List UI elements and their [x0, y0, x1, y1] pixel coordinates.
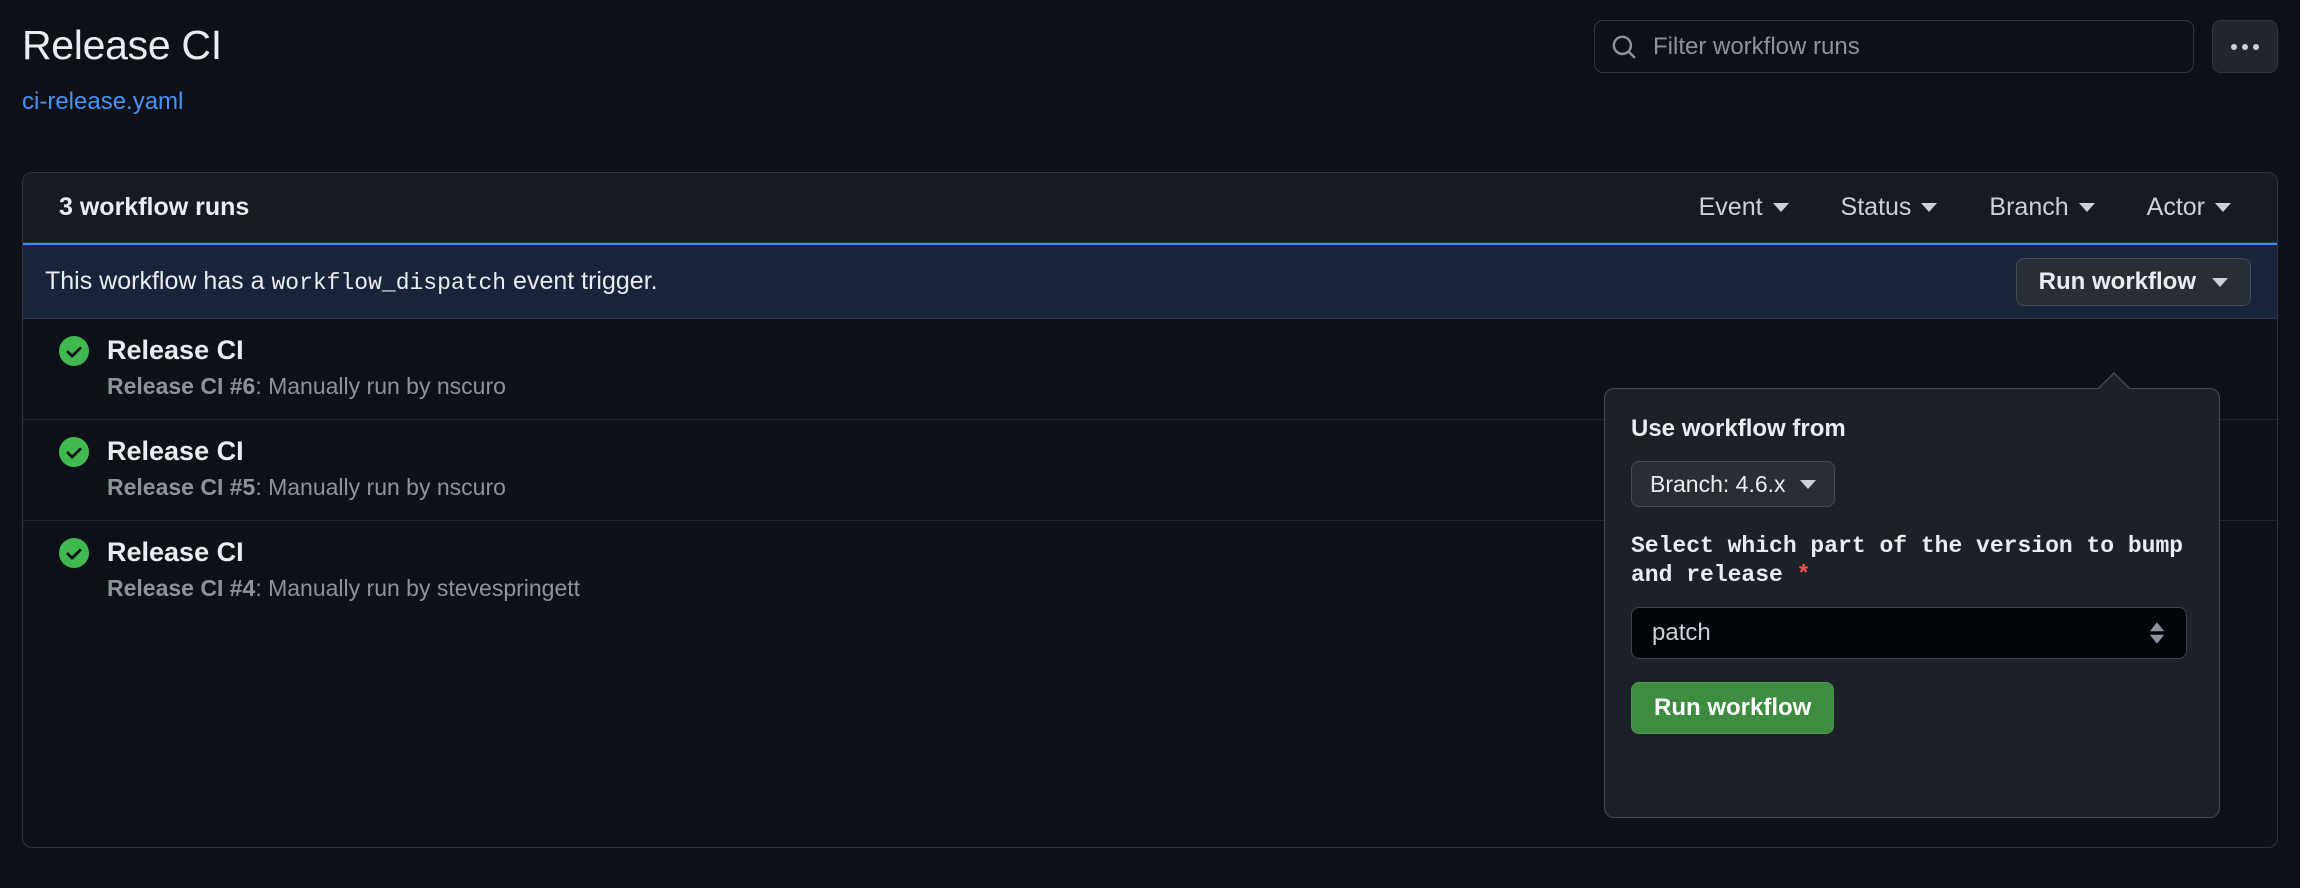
use-workflow-from-label: Use workflow from — [1631, 415, 1846, 442]
check-circle-fill-icon — [59, 537, 89, 568]
page-header: Release CI ci-release.yaml — [0, 0, 2300, 150]
branch-selector-button[interactable]: Branch: 4.6.x — [1631, 461, 1835, 507]
workflow-dispatch-banner: This workflow has a workflow_dispatch ev… — [23, 243, 2277, 319]
banner-code-workflow-dispatch: workflow_dispatch — [271, 270, 507, 296]
filter-event[interactable]: Event — [1699, 193, 1789, 222]
run-subtitle-id: Release CI #5 — [107, 474, 256, 500]
version-bump-selected-value: patch — [1652, 619, 1711, 646]
filter-status[interactable]: Status — [1841, 193, 1938, 222]
workflow-runs-card-header: 3 workflow runs Event Status Branch Acto… — [23, 173, 2277, 243]
run-workflow-dropdown-button[interactable]: Run workflow — [2015, 258, 2251, 306]
filter-branch-label: Branch — [1989, 193, 2069, 221]
banner-text-after: event trigger. — [506, 267, 658, 295]
run-workflow-submit-label: Run workflow — [1654, 694, 1812, 721]
filter-actor[interactable]: Actor — [2147, 193, 2231, 222]
run-title[interactable]: Release CI — [107, 335, 244, 366]
chevron-down-icon — [2212, 277, 2228, 287]
select-stepper-icon — [2149, 622, 2165, 644]
page-title: Release CI — [22, 22, 222, 68]
run-subtitle-id: Release CI #6 — [107, 373, 256, 399]
version-bump-field-text: Select which part of the version to bump… — [1631, 533, 2184, 589]
run-row-heading: Release CI — [59, 335, 2277, 366]
filter-event-label: Event — [1698, 193, 1763, 221]
banner-text-before: This workflow has a — [45, 267, 272, 295]
version-bump-field-label: Select which part of the version to bump… — [1631, 532, 2191, 591]
search-icon — [1612, 35, 1636, 58]
popover-caret — [2098, 374, 2130, 390]
run-subtitle-rest: : Manually run by stevespringett — [255, 575, 581, 601]
filter-group: Event Status Branch Actor — [1699, 193, 2277, 222]
run-workflow-popover: Use workflow from Branch: 4.6.x Select w… — [1604, 388, 2220, 818]
workflow-runs-page: Release CI ci-release.yaml 3 workflow ru… — [0, 0, 2300, 888]
workflow-dispatch-banner-text: This workflow has a workflow_dispatch ev… — [45, 267, 658, 296]
branch-selector-label: Branch: 4.6.x — [1650, 470, 1786, 497]
chevron-down-icon — [1921, 203, 1938, 212]
kebab-horizontal-icon — [2231, 43, 2259, 50]
check-circle-fill-icon — [59, 335, 89, 366]
check-circle-fill-icon — [59, 436, 89, 467]
run-title[interactable]: Release CI — [107, 537, 244, 568]
filter-status-label: Status — [1840, 193, 1912, 221]
filter-branch[interactable]: Branch — [1989, 193, 2095, 222]
chevron-down-icon — [2215, 203, 2231, 212]
version-bump-select[interactable]: patch — [1631, 607, 2187, 659]
more-options-button[interactable] — [2212, 20, 2278, 73]
run-workflow-dropdown-label: Run workflow — [2038, 268, 2196, 295]
chevron-down-icon — [1799, 479, 1816, 489]
run-subtitle-rest: : Manually run by nscuro — [255, 474, 506, 500]
chevron-down-icon — [1772, 203, 1789, 212]
run-subtitle-id: Release CI #4 — [107, 575, 256, 601]
run-title[interactable]: Release CI — [107, 436, 244, 467]
run-workflow-submit-button[interactable]: Run workflow — [1631, 682, 1835, 734]
search-input[interactable] — [1653, 32, 2177, 61]
filter-workflow-runs-box[interactable] — [1594, 20, 2194, 73]
chevron-down-icon — [2078, 203, 2095, 212]
required-marker: * — [1796, 562, 1811, 589]
workflow-runs-count: 3 workflow runs — [59, 193, 250, 221]
filter-actor-label: Actor — [2146, 193, 2205, 221]
workflow-file-link[interactable]: ci-release.yaml — [22, 88, 183, 116]
run-subtitle-rest: : Manually run by nscuro — [255, 373, 506, 399]
